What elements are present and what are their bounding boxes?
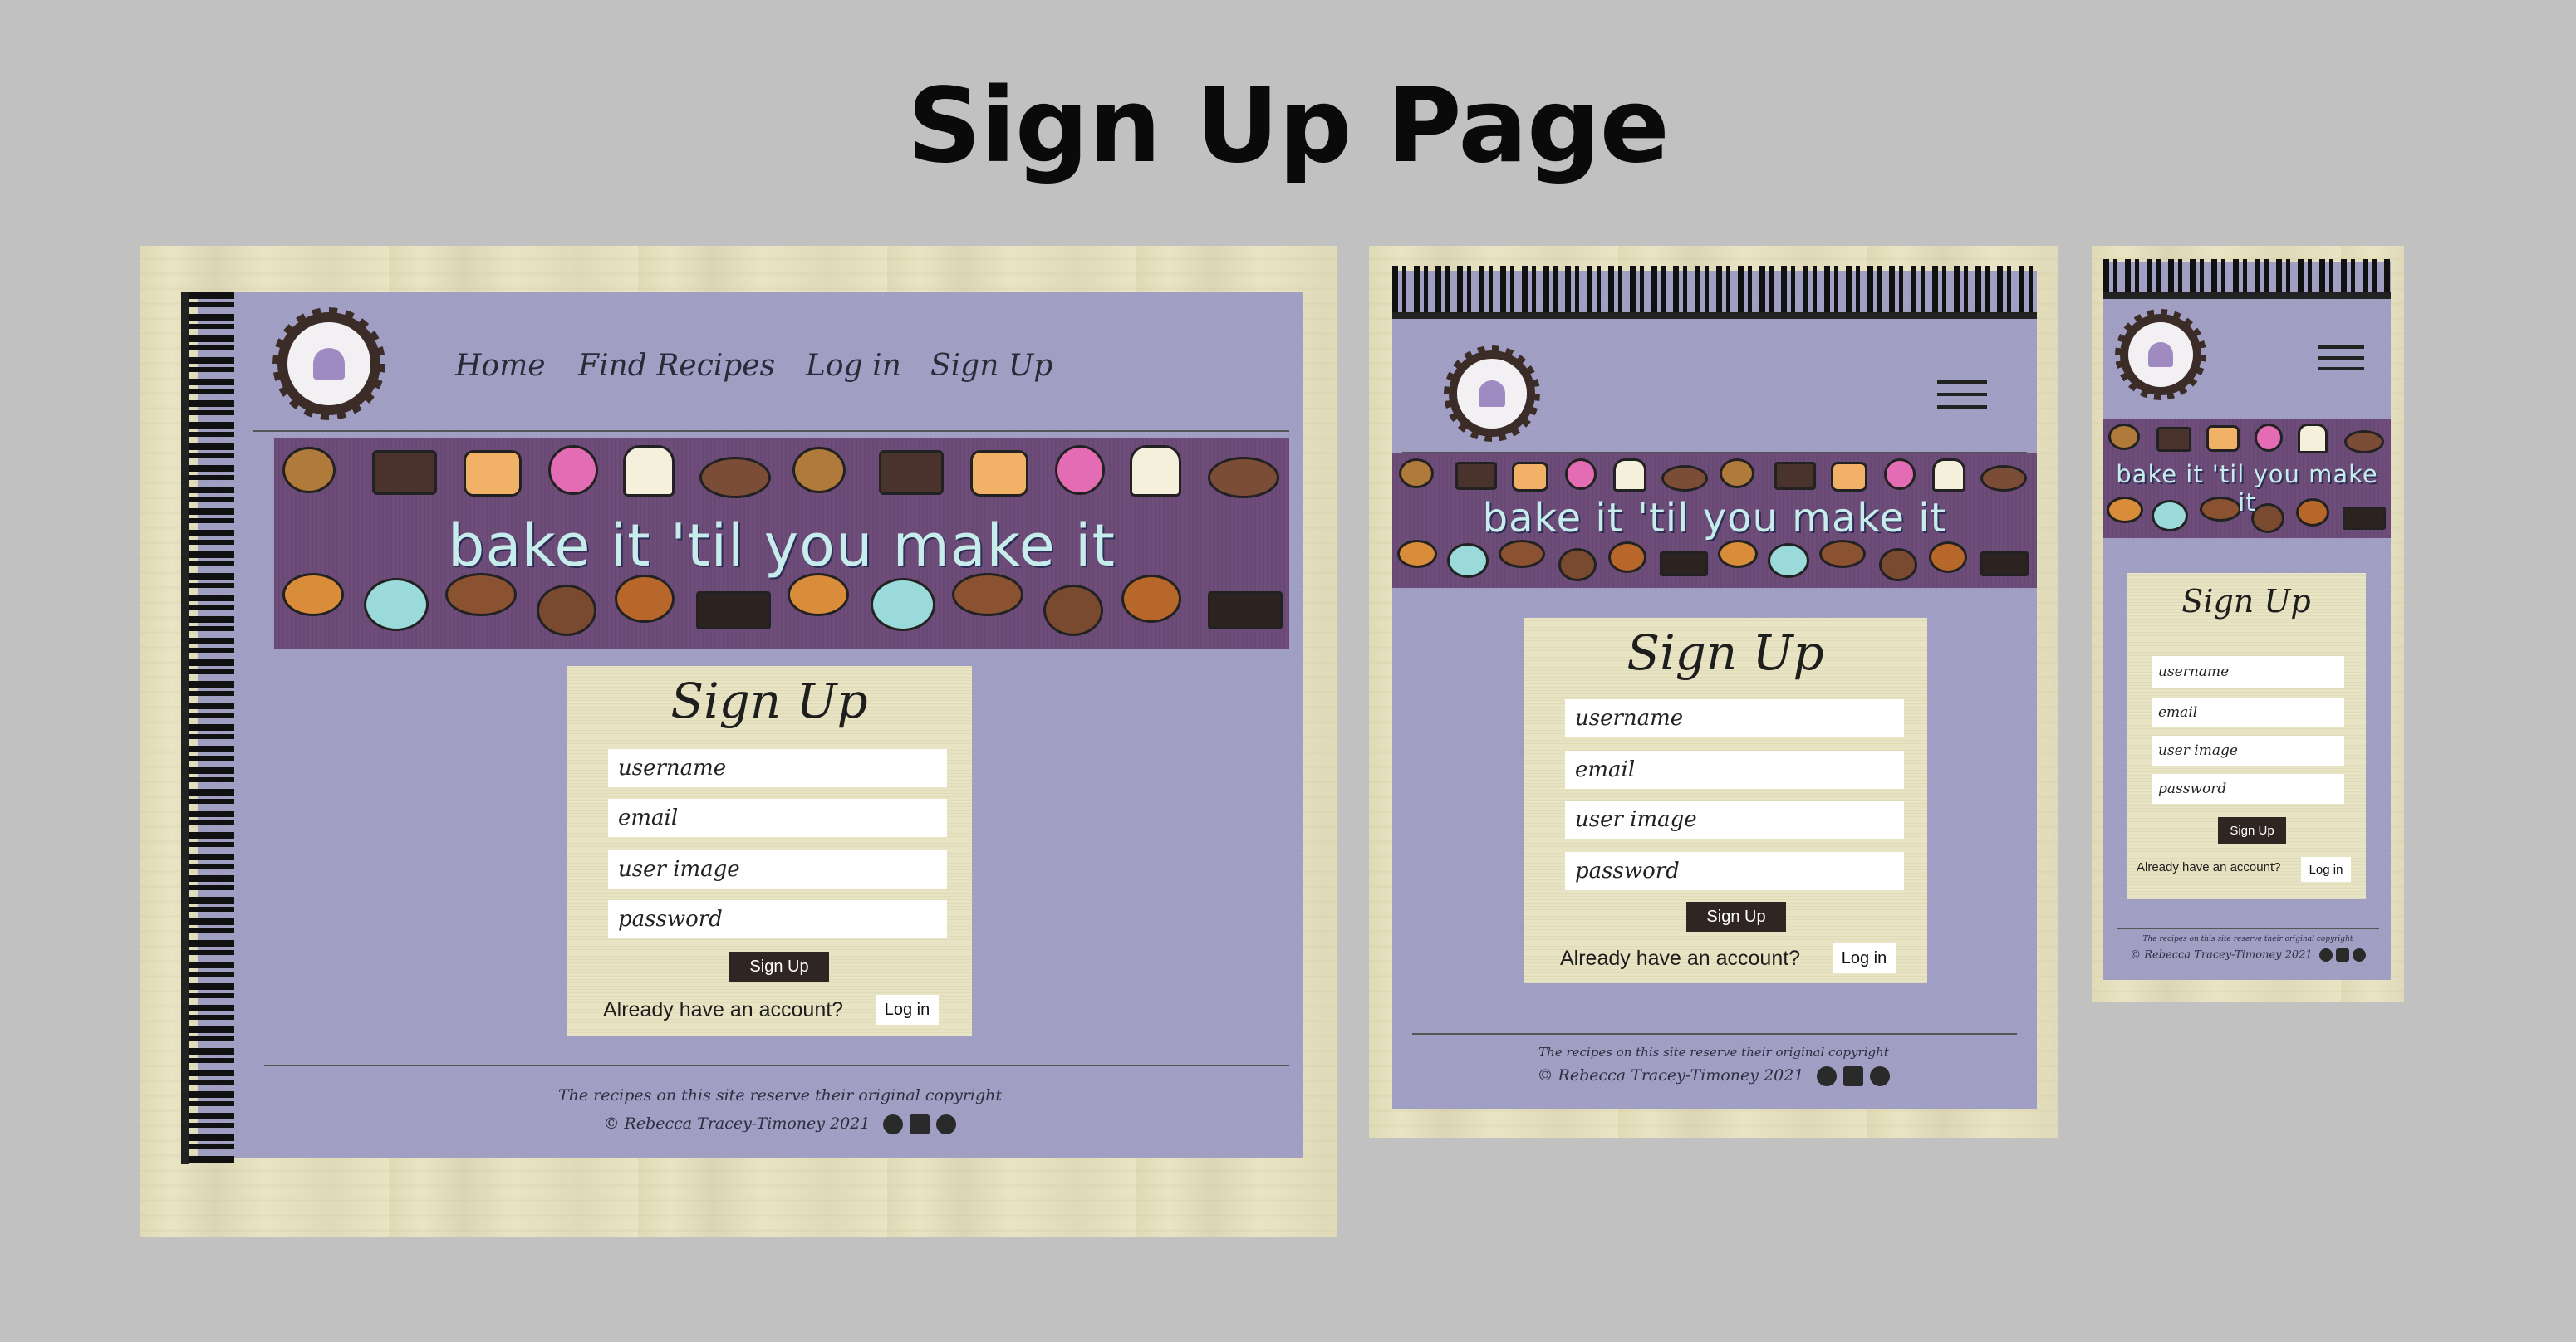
username-input[interactable]: username bbox=[1565, 699, 1904, 737]
chat-icon[interactable] bbox=[1843, 1066, 1864, 1086]
username-input[interactable]: username bbox=[608, 749, 947, 787]
cupcake-icon bbox=[313, 348, 345, 380]
header-divider bbox=[253, 430, 1289, 432]
logo[interactable] bbox=[277, 312, 380, 415]
banner-text: bake it 'til you make it bbox=[1482, 495, 1947, 541]
footer-copyright-note: The recipes on this site reserve their o… bbox=[557, 1086, 1003, 1104]
footer-author-row: © Rebecca Tracey-Timoney 2021 bbox=[2103, 948, 2392, 962]
signup-heading: Sign Up bbox=[2181, 583, 2311, 620]
nav-home[interactable]: Home bbox=[455, 349, 546, 383]
desktop-mockup: Home Find Recipes Log in Sign Up bake it… bbox=[140, 246, 1337, 1237]
footer-author: © Rebecca Tracey-Timoney 2021 bbox=[603, 1114, 871, 1133]
nav-find-recipes[interactable]: Find Recipes bbox=[578, 349, 775, 383]
email-input[interactable]: email bbox=[2152, 698, 2344, 727]
chat-icon[interactable] bbox=[2335, 948, 2349, 962]
footer-author-row: © Rebecca Tracey-Timoney 2021 bbox=[256, 1114, 1304, 1134]
email-input[interactable]: email bbox=[1565, 751, 1904, 789]
sign-up-button[interactable]: Sign Up bbox=[2218, 817, 2286, 844]
signup-card: Sign Up username email user image passwo… bbox=[1524, 618, 1927, 983]
logo[interactable] bbox=[1449, 350, 1535, 437]
page-title: Sign Up Page bbox=[907, 66, 1670, 186]
spiral-binding bbox=[181, 292, 234, 1164]
log-in-button[interactable]: Log in bbox=[2301, 857, 2351, 882]
linkedin-icon[interactable] bbox=[936, 1114, 957, 1134]
user-image-input[interactable]: user image bbox=[1565, 801, 1904, 839]
logo[interactable] bbox=[2120, 314, 2201, 395]
footer-author-row: © Rebecca Tracey-Timoney 2021 bbox=[1394, 1066, 2034, 1086]
mobile-mockup: bake it 'til you make it Sign Up usernam… bbox=[2092, 246, 2404, 1002]
github-icon[interactable] bbox=[1817, 1066, 1838, 1086]
sign-up-button[interactable]: Sign Up bbox=[729, 952, 829, 982]
username-input[interactable]: username bbox=[2152, 656, 2344, 688]
github-icon[interactable] bbox=[883, 1114, 904, 1134]
spiral-binding bbox=[1392, 266, 2037, 319]
menu-toggle-button[interactable] bbox=[2318, 345, 2364, 370]
linkedin-icon[interactable] bbox=[2352, 948, 2366, 962]
cupcake-icon bbox=[1479, 380, 1505, 407]
tablet-mockup: bake it 'til you make it Sign Up usernam… bbox=[1369, 246, 2058, 1138]
hamburger-icon bbox=[2318, 345, 2364, 349]
spiral-binding bbox=[2103, 259, 2391, 299]
banner-text: bake it 'til you make it bbox=[2116, 460, 2378, 517]
log-in-button[interactable]: Log in bbox=[876, 995, 939, 1025]
user-image-input[interactable]: user image bbox=[2152, 736, 2344, 766]
nav-sign-up[interactable]: Sign Up bbox=[930, 349, 1052, 383]
signup-heading: Sign Up bbox=[670, 673, 868, 729]
cupcake-icon bbox=[2148, 342, 2173, 367]
log-in-button[interactable]: Log in bbox=[1833, 943, 1896, 973]
signup-card: Sign Up username email user image passwo… bbox=[2127, 573, 2366, 899]
footer-author: © Rebecca Tracey-Timoney 2021 bbox=[2130, 948, 2313, 962]
footer-divider bbox=[1412, 1033, 2017, 1035]
already-have-account-text: Already have an account? bbox=[603, 998, 844, 1021]
user-image-input[interactable]: user image bbox=[608, 850, 947, 889]
chat-icon[interactable] bbox=[910, 1114, 930, 1134]
hero-banner: bake it 'til you make it bbox=[274, 438, 1289, 649]
hero-banner: bake it 'til you make it bbox=[1392, 453, 2037, 588]
footer-divider bbox=[2117, 928, 2379, 929]
password-input[interactable]: password bbox=[608, 900, 947, 938]
banner-text: bake it 'til you make it bbox=[448, 512, 1116, 580]
already-have-account-text: Already have an account? bbox=[1560, 947, 1801, 970]
signup-card: Sign Up username email user image passwo… bbox=[567, 666, 972, 1036]
footer-divider bbox=[264, 1065, 1289, 1066]
password-input[interactable]: password bbox=[1565, 852, 1904, 890]
footer-copyright-note: The recipes on this site reserve their o… bbox=[1538, 1045, 1889, 1060]
sign-up-button[interactable]: Sign Up bbox=[1686, 902, 1786, 932]
menu-toggle-button[interactable] bbox=[1937, 380, 1987, 409]
hamburger-icon bbox=[1937, 380, 1987, 384]
footer-author: © Rebecca Tracey-Timoney 2021 bbox=[1537, 1066, 1804, 1085]
nav-log-in[interactable]: Log in bbox=[806, 349, 901, 383]
footer-copyright-note: The recipes on this site reserve their o… bbox=[2142, 935, 2353, 943]
already-have-account-text: Already have an account? bbox=[2137, 860, 2281, 874]
signup-heading: Sign Up bbox=[1627, 624, 1824, 681]
password-input[interactable]: password bbox=[2152, 774, 2344, 804]
linkedin-icon[interactable] bbox=[1870, 1066, 1891, 1086]
email-input[interactable]: email bbox=[608, 799, 947, 837]
hero-banner: bake it 'til you make it bbox=[2103, 419, 2391, 538]
github-icon[interactable] bbox=[2318, 948, 2333, 962]
